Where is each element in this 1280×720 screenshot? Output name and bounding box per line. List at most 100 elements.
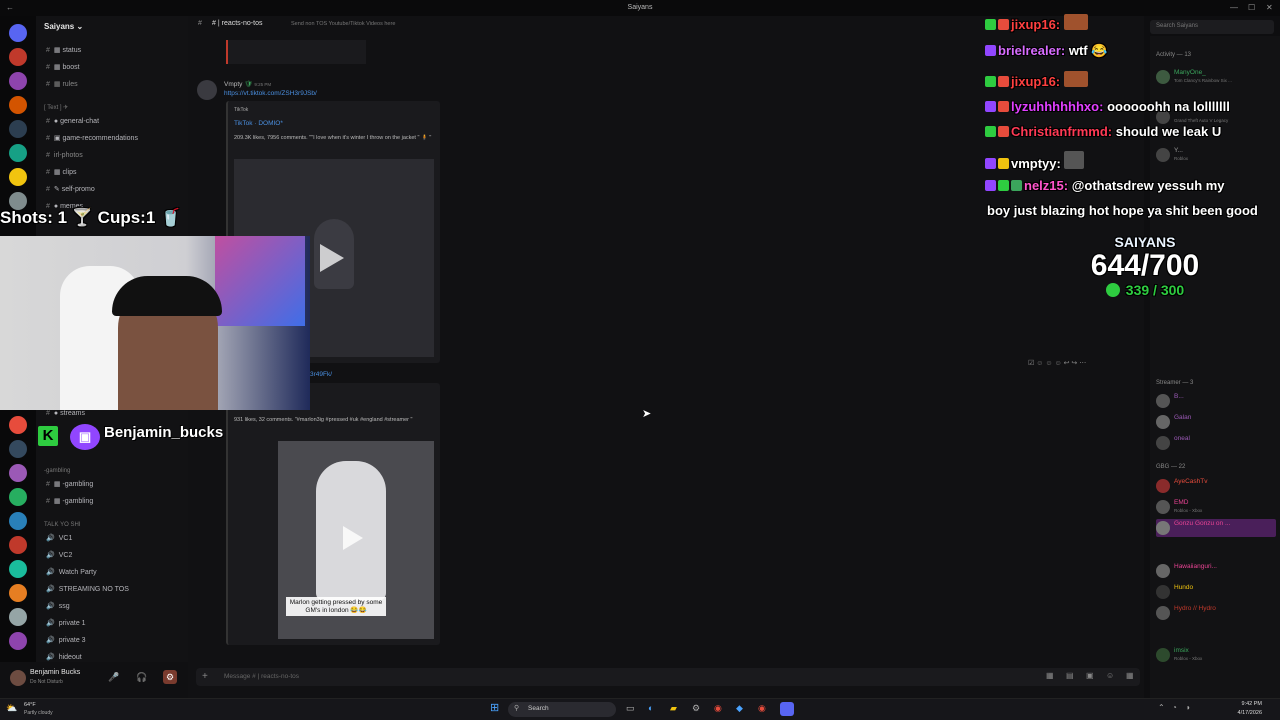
search-icon: ⚲ — [514, 705, 520, 712]
chat-message-continued: boy just blazing hot hope ya shit been g… — [987, 203, 1258, 218]
video-thumbnail[interactable]: Marlon getting pressed by some GM's in l… — [278, 441, 434, 639]
app-window: Saiyans ← — ☐ ✕ Saiyans ⌄ # ▦ status # ▦ b… — [0, 0, 1280, 720]
voice-channel-private-1[interactable]: 🔊 private 1 — [46, 617, 86, 631]
microphone-icon[interactable]: 🎤 — [108, 672, 119, 683]
voice-channel-watch-party[interactable]: 🔊 Watch Party — [46, 566, 97, 580]
server-icon[interactable] — [9, 416, 27, 434]
home-icon[interactable] — [9, 24, 27, 42]
folder-icon[interactable]: ▰ — [670, 703, 677, 714]
twitch-logo-icon: ▣ — [70, 424, 100, 450]
message-input[interactable]: Message # | reacts-no-tos — [224, 673, 299, 680]
taskbar: ⛅ 64°F Partly cloudy ⊞ ⚲ Search ▭ ◐ ▰ ⚙ … — [0, 698, 1280, 720]
reaction-icon[interactable]: ☺ — [1036, 360, 1043, 367]
reaction-icon[interactable]: ☺ — [1054, 360, 1061, 367]
play-icon[interactable] — [320, 244, 344, 272]
streamer-header: Streamer — 3 — [1156, 380, 1194, 386]
clock-time[interactable]: 9:42 PM — [1222, 701, 1262, 707]
channel-self-promo[interactable]: # ✎ self-promo — [46, 183, 95, 197]
voice-channel-streaming[interactable]: 🔊 STREAMING NO TOS — [46, 583, 129, 597]
app-icon[interactable]: ◉ — [758, 703, 766, 714]
tray-chevron-icon[interactable]: ⌃ — [1158, 703, 1165, 712]
back-icon[interactable]: ← — [6, 0, 14, 16]
user-name: Benjamin Bucks — [30, 669, 81, 676]
server-icon[interactable] — [9, 96, 27, 114]
message-composer[interactable]: + Message # | reacts-no-tos ▦ ▤ ▣ ☺ ▦ — [196, 668, 1140, 686]
message-author[interactable]: Vmpty 🛡 9:25 PM — [224, 80, 271, 88]
server-icon[interactable] — [9, 72, 27, 90]
channel-status[interactable]: # ▦ status — [46, 44, 81, 58]
emoji-icon[interactable]: ☺ — [1106, 671, 1114, 680]
voice-channel-vc2[interactable]: 🔊 VC2 — [46, 549, 72, 563]
apps-icon[interactable]: ▦ — [1126, 671, 1134, 680]
server-icon[interactable] — [9, 512, 27, 530]
server-icon[interactable] — [9, 608, 27, 626]
avatar[interactable] — [10, 670, 26, 686]
server-icon[interactable] — [9, 488, 27, 506]
chat-message: jixup16: — [985, 14, 1090, 32]
server-icon[interactable] — [9, 536, 27, 554]
channel-topic: Send non TOS Youtube/Tiktok Videos here — [291, 21, 396, 27]
server-icon[interactable] — [9, 584, 27, 602]
channel-game-recommendations[interactable]: # ▣ game-recommendations — [46, 132, 138, 146]
forward-icon[interactable]: ↪ — [1071, 360, 1077, 367]
weather-desc: Partly cloudy — [24, 710, 53, 716]
channel-clips[interactable]: # ▦ clips — [46, 166, 76, 180]
settings-icon[interactable]: ⚙ — [163, 670, 177, 684]
clock-date[interactable]: 4/17/2026 — [1222, 710, 1262, 716]
channel-gambling[interactable]: # ▦ -gambling — [46, 478, 93, 492]
reaction-icon[interactable]: ☺ — [1045, 360, 1052, 367]
message-hover-toolbar[interactable]: ☑ ☺ ☺ ☺ ↩ ↪ ⋯ — [1028, 359, 1136, 372]
category-text[interactable]: [ Text ] ✈ — [44, 104, 68, 111]
gift-icon[interactable]: ▦ — [1046, 671, 1054, 680]
sticker-icon[interactable]: ▣ — [1086, 671, 1094, 680]
server-icon[interactable] — [9, 440, 27, 458]
task-view-icon[interactable]: ▭ — [626, 703, 635, 714]
volume-icon[interactable]: ◗ — [1186, 703, 1191, 712]
channel-boost[interactable]: # ▦ boost — [46, 61, 80, 75]
video-caption: Marlon getting pressed by some GM's in l… — [286, 597, 386, 616]
tiktok-embed: 931 likes, 32 comments. "#marlon3ig #pre… — [226, 383, 440, 645]
reply-icon[interactable]: ↩ — [1064, 360, 1070, 367]
gbg-header: GBG — 22 — [1156, 464, 1186, 470]
server-name[interactable]: Saiyans ⌄ — [44, 22, 83, 31]
drink-counter: Shots: 1 🍸 Cups:1 🥤 — [0, 208, 182, 227]
gif-icon[interactable]: ▤ — [1066, 671, 1074, 680]
voice-channel-vc1[interactable]: 🔊 VC1 — [46, 532, 72, 546]
weather-icon[interactable]: ⛅ — [6, 703, 17, 714]
channel-general-chat[interactable]: # ● general-chat — [46, 115, 99, 129]
avatar[interactable] — [197, 80, 217, 100]
server-icon[interactable] — [9, 144, 27, 162]
reaction-icon[interactable]: ☑ — [1028, 360, 1034, 367]
taskbar-search[interactable]: ⚲ Search — [508, 702, 616, 717]
edge-icon[interactable]: ◐ — [648, 703, 653, 713]
more-icon[interactable]: ⋯ — [1079, 360, 1086, 367]
settings-icon[interactable]: ⚙ — [692, 703, 700, 714]
server-icon[interactable] — [9, 560, 27, 578]
channel-irl-photos[interactable]: # irl-photos — [46, 149, 83, 163]
server-icon[interactable] — [9, 120, 27, 138]
app-icon[interactable]: ◆ — [736, 703, 743, 714]
user-panel: Benjamin Bucks Do Not Disturb 🎤 🎧 ⚙ — [0, 662, 188, 698]
voice-channel-private-3[interactable]: 🔊 private 3 — [46, 634, 86, 648]
start-icon[interactable]: ⊞ — [490, 702, 502, 714]
network-icon[interactable]: ◔ — [1172, 703, 1177, 712]
goal-count: 644/700 — [1090, 249, 1200, 282]
headphones-icon[interactable]: 🎧 — [136, 672, 147, 683]
chrome-icon[interactable]: ◉ — [714, 703, 722, 714]
member-item[interactable]: Gonzu Gonzu on ... — [1156, 519, 1276, 537]
server-icon[interactable] — [9, 48, 27, 66]
message-link[interactable]: 3r49Fk/ — [310, 371, 332, 378]
discord-icon[interactable] — [780, 702, 794, 716]
server-icon[interactable] — [9, 632, 27, 650]
server-icon[interactable] — [9, 168, 27, 186]
channel-gambling[interactable]: # ▦ -gambling — [46, 495, 93, 509]
channel-rules[interactable]: # ▦ rules — [46, 78, 78, 92]
server-icon[interactable] — [9, 464, 27, 482]
play-icon[interactable] — [343, 526, 363, 550]
embed-title[interactable]: TikTok · DOMIO* — [234, 120, 283, 127]
add-attachment-icon[interactable]: + — [202, 671, 208, 682]
voice-channel-ssg[interactable]: 🔊 ssg — [46, 600, 70, 614]
message-link[interactable]: https://vt.tiktok.com/ZSH3r9JSb/ — [224, 90, 317, 97]
category-gambling[interactable]: -gambling — [44, 468, 70, 474]
category-voice[interactable]: TALK YO SHI — [44, 522, 80, 528]
